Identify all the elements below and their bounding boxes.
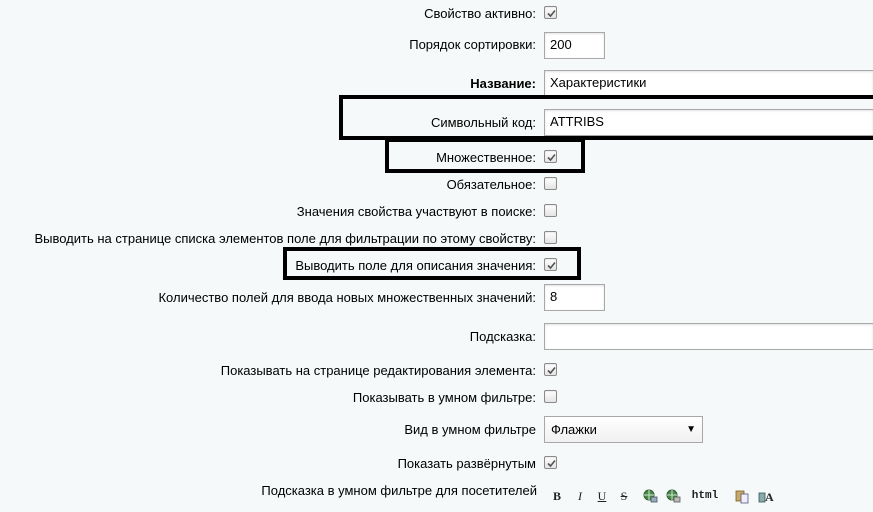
- field-name: Название: Характеристики: [0, 70, 873, 98]
- field-filter: Выводить на странице списка элементов по…: [0, 229, 873, 249]
- field-show-expanded: Показать развёрнутым: [0, 454, 873, 474]
- highlight-box-code: [339, 95, 873, 140]
- searchable-checkbox[interactable]: [544, 204, 557, 217]
- field-multiple-count: Количество полей для ввода новых множест…: [0, 284, 873, 312]
- hint-input[interactable]: [544, 323, 873, 350]
- hint-label: Подсказка:: [469, 329, 536, 344]
- smart-filter-checkbox[interactable]: [544, 390, 557, 403]
- multiple-count-input[interactable]: 8: [544, 284, 605, 311]
- smart-filter-view-value: Флажки: [551, 422, 597, 437]
- field-active: Свойство активно:: [0, 4, 873, 24]
- field-hint: Подсказка:: [0, 323, 873, 351]
- show-expanded-label: Показать развёрнутым: [397, 456, 536, 471]
- searchable-label: Значения свойства участвуют в поиске:: [296, 204, 536, 219]
- highlight-box-multiple: [385, 138, 585, 173]
- underline-icon[interactable]: U: [595, 487, 609, 505]
- field-show-on-edit: Показывать на странице редактирования эл…: [0, 361, 873, 381]
- show-on-edit-checkbox[interactable]: [544, 363, 557, 376]
- field-searchable: Значения свойства участвуют в поиске:: [0, 202, 873, 222]
- field-smart-filter: Показывать в умном фильтре:: [0, 388, 873, 408]
- html-mode-icon[interactable]: html: [690, 487, 720, 505]
- field-required: Обязательное:: [0, 175, 873, 195]
- required-label: Обязательное:: [446, 177, 536, 192]
- filter-checkbox[interactable]: [544, 231, 557, 244]
- bold-icon[interactable]: B: [550, 487, 564, 505]
- smart-filter-view-select[interactable]: Флажки ▼: [544, 416, 703, 443]
- active-label: Свойство активно:: [424, 6, 536, 21]
- active-checkbox[interactable]: [544, 6, 557, 19]
- clipboard-icon: [735, 490, 749, 504]
- strike-icon[interactable]: S: [617, 487, 631, 505]
- show-expanded-checkbox[interactable]: [544, 456, 557, 469]
- font-size-icon[interactable]: A: [758, 487, 778, 505]
- name-label: Название:: [470, 76, 536, 91]
- sort-input[interactable]: 200: [544, 32, 605, 59]
- globe-link-icon: [643, 489, 658, 503]
- sort-label: Порядок сортировки:: [409, 37, 536, 52]
- checkmark-icon: [547, 9, 556, 18]
- italic-icon[interactable]: I: [573, 487, 587, 505]
- svg-text:A: A: [765, 490, 774, 504]
- checkmark-icon: [547, 366, 556, 375]
- font-icon: A: [758, 490, 774, 504]
- field-sort: Порядок сортировки: 200: [0, 32, 873, 60]
- highlight-box-description: [283, 247, 581, 280]
- field-smart-filter-view: Вид в умном фильтре Флажки ▼: [0, 416, 873, 444]
- show-on-edit-label: Показывать на странице редактирования эл…: [220, 363, 536, 378]
- globe-unlink-icon: [666, 489, 681, 503]
- dropdown-arrow-icon: ▼: [686, 424, 696, 435]
- insert-link-icon[interactable]: [642, 487, 658, 505]
- checkmark-icon: [547, 459, 556, 468]
- required-checkbox[interactable]: [544, 177, 557, 190]
- filter-label: Выводить на странице списка элементов по…: [34, 231, 536, 246]
- smart-filter-hint-label: Подсказка в умном фильтре для посетителе…: [261, 483, 537, 498]
- editor-toolbar: B I U S html A: [544, 483, 873, 509]
- smart-filter-view-label: Вид в умном фильтре: [404, 422, 536, 437]
- remove-link-icon[interactable]: [665, 487, 681, 505]
- multiple-count-label: Количество полей для ввода новых множест…: [158, 290, 536, 305]
- name-input[interactable]: Характеристики: [544, 70, 873, 97]
- paste-icon[interactable]: [734, 487, 750, 505]
- smart-filter-label: Показывать в умном фильтре:: [352, 390, 536, 405]
